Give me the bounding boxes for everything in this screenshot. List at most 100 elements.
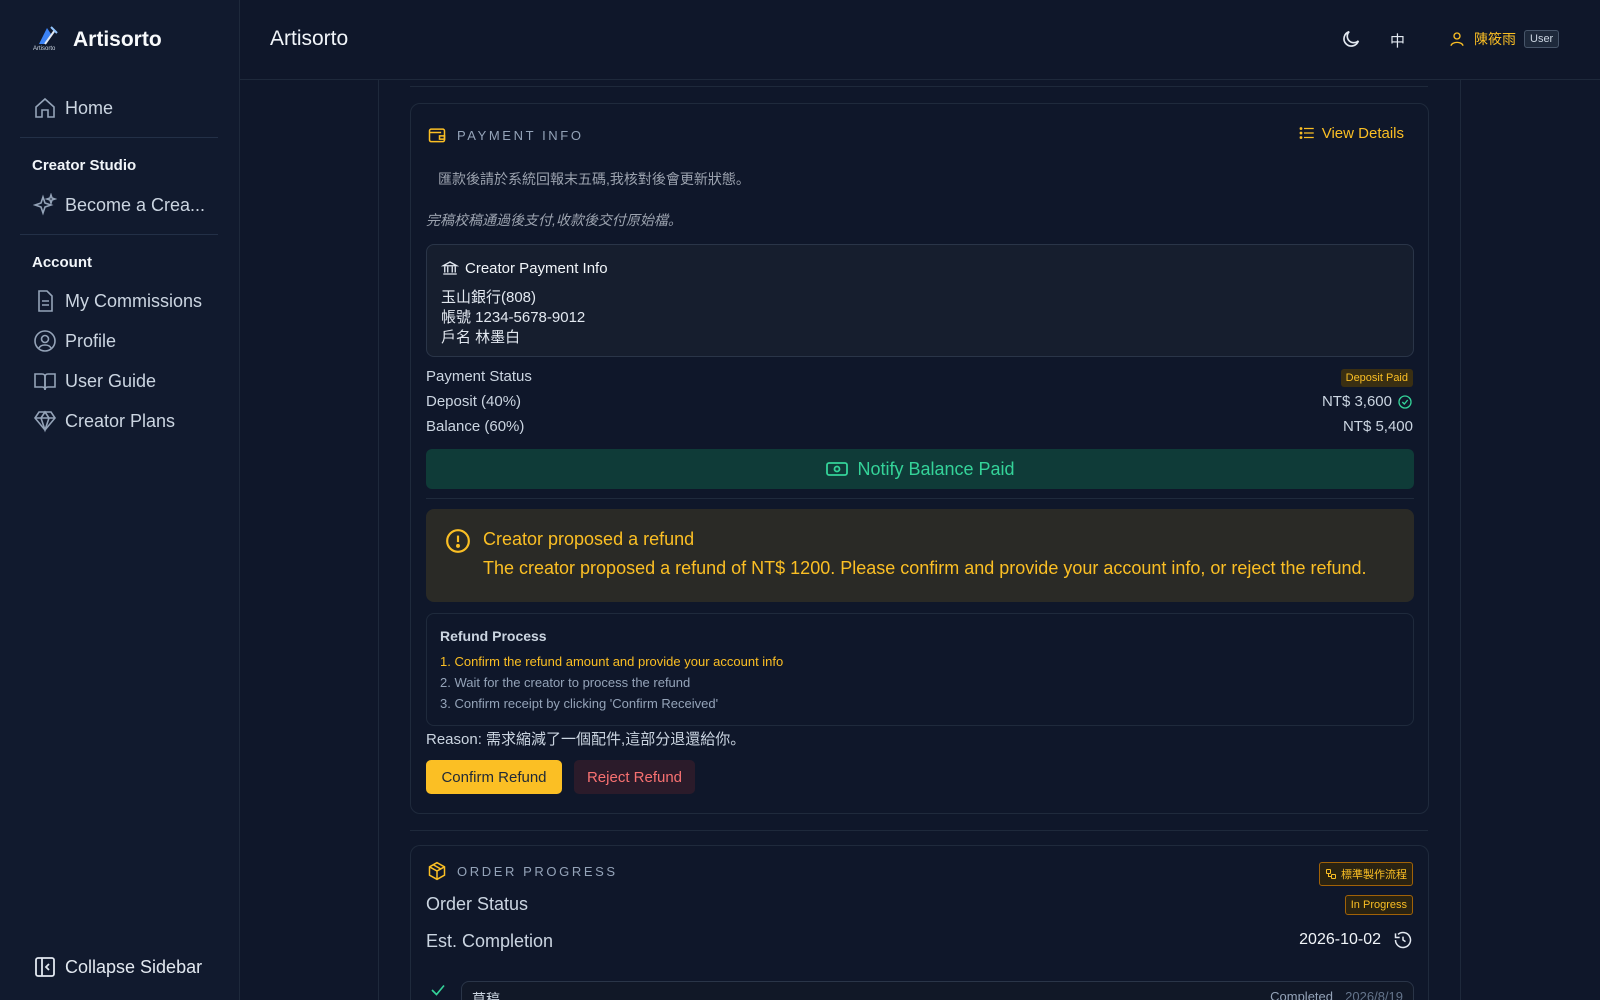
sidebar-divider [20, 137, 218, 138]
order-status-value: In Progress [1344, 895, 1413, 915]
wallet-icon [428, 128, 446, 143]
content-border-right [1460, 80, 1461, 1000]
order-progress-title-text: ORDER PROGRESS [457, 863, 618, 879]
creator-payment-info-box: Creator Payment Info 玉山銀行(808) 帳號 1234-5… [426, 244, 1414, 357]
sidebar-item-label: Home [65, 97, 114, 118]
notify-balance-paid-button[interactable]: Notify Balance Paid [426, 449, 1414, 489]
collapse-sidebar-icon [35, 957, 55, 977]
theme-toggle-button[interactable] [1340, 28, 1362, 54]
user-icon [1450, 32, 1464, 47]
balance-value: NT$ 5,400 [1343, 418, 1413, 435]
view-details-label: View Details [1321, 124, 1404, 142]
refund-step: 1. Confirm the refund amount and provide… [440, 654, 784, 669]
top-header: Artisorto 中 陳筱雨 User [240, 0, 1600, 80]
moon-icon [1343, 30, 1360, 47]
stage-name: 草稿 [472, 991, 500, 1000]
sidebar-item-profile[interactable]: Profile [33, 327, 116, 355]
view-details-button[interactable]: View Details [1298, 124, 1404, 142]
book-icon [34, 373, 56, 391]
payment-status-value: Deposit Paid [1340, 369, 1413, 387]
page-title: Artisorto [270, 27, 349, 50]
package-icon [428, 861, 446, 881]
payment-info-title: PAYMENT INFO [427, 125, 584, 145]
sparkles-icon [33, 193, 57, 216]
sidebar-item-label: Become a Crea... [65, 194, 206, 215]
payment-note: 匯款後請於系統回報末五碼,我核對後會更新狀態。 [438, 171, 750, 187]
est-completion-label: Est. Completion [426, 931, 554, 951]
brand-logo-icon: Artisorto [33, 24, 63, 56]
user-name: 陳筱雨 [1474, 31, 1516, 47]
diamond-icon [34, 410, 56, 433]
collapse-sidebar-label: Collapse Sidebar [65, 956, 203, 977]
refund-process-box: Refund Process 1. Confirm the refund amo… [426, 613, 1414, 726]
document-icon [38, 290, 53, 312]
notify-balance-paid-label: Notify Balance Paid [857, 458, 1015, 479]
payment-condition-note: 完稿校稿通過後支付,收款後交付原始檔。 [426, 212, 682, 228]
card-divider [426, 498, 1414, 499]
brand[interactable]: Artisorto Artisorto [33, 24, 162, 56]
refund-alert-text: The creator proposed a refund of NT$ 120… [483, 558, 1367, 578]
workflow-badge-label: 標準製作流程 [1341, 869, 1407, 881]
user-role-badge: User [1524, 30, 1560, 48]
payment-status-label: Payment Status [426, 368, 532, 385]
reject-refund-button[interactable]: Reject Refund [574, 760, 695, 794]
balance-amount: NT$ 5,400 [1342, 418, 1413, 435]
creator-payment-info-title: Creator Payment Info [465, 259, 608, 277]
home-icon [35, 97, 55, 118]
history-icon[interactable] [1393, 930, 1413, 950]
workflow-badge-content: 標準製作流程 [1319, 862, 1413, 886]
deposit-value: NT$ 3,600 [1322, 393, 1413, 410]
section-divider [410, 830, 1428, 831]
sidebar-divider [20, 234, 218, 235]
sidebar-item-user-guide[interactable]: User Guide [33, 367, 156, 395]
check-icon [431, 984, 445, 996]
check-circle-icon [1398, 394, 1412, 409]
brand-logo-text: Artisorto [33, 46, 56, 52]
sidebar: Artisorto Artisorto Home Creator Studio … [0, 0, 240, 1000]
refund-alert-title: Creator proposed a refund [483, 529, 695, 549]
bank-name: 玉山銀行(808) [441, 289, 537, 306]
sidebar-item-creator-plans[interactable]: Creator Plans [33, 407, 175, 435]
refund-process-title: Refund Process [440, 628, 547, 644]
content-border-left [378, 80, 379, 1000]
sidebar-item-label: My Commissions [65, 290, 203, 311]
user-menu[interactable]: 陳筱雨 User [1448, 29, 1560, 49]
est-completion-value: 2026-10-02 [1299, 930, 1413, 950]
progress-stage-row[interactable]: 草稿 Completed 2026/8/19 [461, 981, 1414, 1000]
payment-info-title-text: PAYMENT INFO [457, 127, 584, 143]
sidebar-item-my-commissions[interactable]: My Commissions [33, 287, 202, 315]
refund-step: 2. Wait for the creator to process the r… [440, 675, 691, 690]
sidebar-item-label: User Guide [65, 370, 157, 391]
collapse-sidebar-button[interactable]: Collapse Sidebar [33, 955, 202, 979]
sidebar-item-become-creator[interactable]: Become a Crea... [33, 191, 205, 219]
balance-label: Balance (60%) [426, 418, 525, 435]
list-icon [1299, 127, 1314, 139]
cash-icon [826, 462, 849, 476]
order-progress-title: ORDER PROGRESS [427, 861, 618, 881]
workflow-icon [1326, 869, 1336, 879]
sidebar-item-label: Profile [65, 330, 117, 351]
bank-icon [441, 261, 459, 275]
sidebar-item-label: Creator Plans [65, 410, 176, 431]
order-status-label: Order Status [426, 894, 529, 914]
refund-reason: Reason: 需求縮減了一個配件,這部分退還給你。 [426, 731, 746, 748]
deposit-amount: NT$ 3,600 [1321, 393, 1392, 410]
stage-date: 2026/8/19 [1345, 989, 1403, 1000]
section-title-account: Account [32, 254, 92, 271]
section-divider [410, 86, 1428, 87]
status-badge: In Progress [1344, 895, 1413, 915]
stage-status: Completed [1270, 989, 1333, 1000]
user-circle-icon [34, 330, 56, 352]
confirm-refund-button[interactable]: Confirm Refund [426, 760, 562, 794]
account-holder: 戶名 林墨白 [441, 329, 521, 346]
creator-payment-info-header: Creator Payment Info [441, 259, 608, 277]
brand-name: Artisorto [73, 28, 162, 51]
language-toggle-button[interactable]: 中 [1390, 30, 1405, 51]
section-title-creator-studio: Creator Studio [32, 157, 137, 174]
refund-alert: Creator proposed a refund The creator pr… [426, 509, 1414, 602]
status-badge: Deposit Paid [1340, 369, 1413, 387]
order-progress-card: ORDER PROGRESS 標準製作流程 Order Status In Pr… [410, 845, 1429, 1000]
sidebar-item-home[interactable]: Home [33, 94, 113, 122]
payment-info-card: PAYMENT INFO View Details 匯款後請於系統回報末五碼,我… [410, 103, 1429, 814]
est-completion-date: 2026-10-02 [1299, 931, 1381, 948]
